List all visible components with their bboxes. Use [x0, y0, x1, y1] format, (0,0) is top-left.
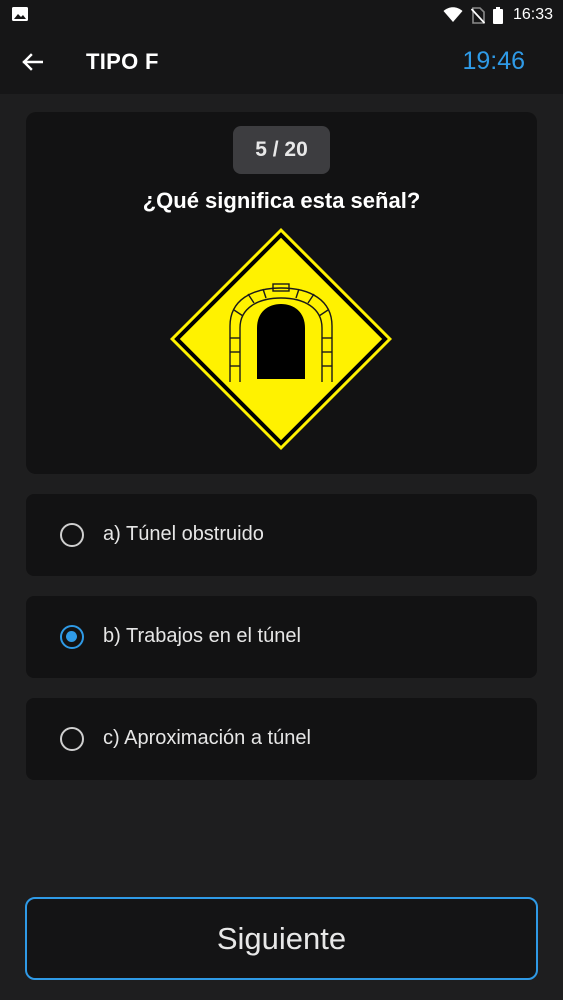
question-counter: 5 / 20 [233, 126, 330, 174]
question-text: ¿Qué significa esta señal? [142, 188, 421, 213]
option-label: b) Trabajos en el túnel [103, 625, 301, 647]
option-b[interactable]: b) Trabajos en el túnel [26, 596, 537, 678]
gallery-icon [12, 7, 28, 21]
radio-button-b[interactable] [60, 625, 84, 649]
radio-button-c[interactable] [60, 727, 84, 751]
tunnel-warning-sign-image [170, 228, 392, 450]
battery-icon [492, 6, 503, 24]
back-button[interactable] [16, 48, 48, 76]
arrow-left-icon [22, 53, 43, 71]
option-label: a) Túnel obstruido [103, 523, 264, 545]
no-sim-icon [470, 6, 485, 24]
countdown-timer: 19:46 [462, 47, 525, 75]
clock: 16:33 [512, 6, 553, 23]
option-label: c) Aproximación a túnel [103, 727, 311, 749]
status-icons: 16:33 [443, 0, 553, 30]
option-a[interactable]: a) Túnel obstruido [26, 494, 537, 576]
wifi-icon [443, 7, 463, 22]
status-bar: 16:33 [0, 0, 563, 30]
next-button[interactable]: Siguiente [25, 897, 538, 980]
radio-button-a[interactable] [60, 523, 84, 547]
app-bar: TIPO F 19:46 [0, 30, 563, 94]
question-card: 5 / 20 ¿Qué significa esta señal? [26, 112, 537, 474]
option-c[interactable]: c) Aproximación a túnel [26, 698, 537, 780]
page-title: TIPO F [86, 49, 159, 74]
